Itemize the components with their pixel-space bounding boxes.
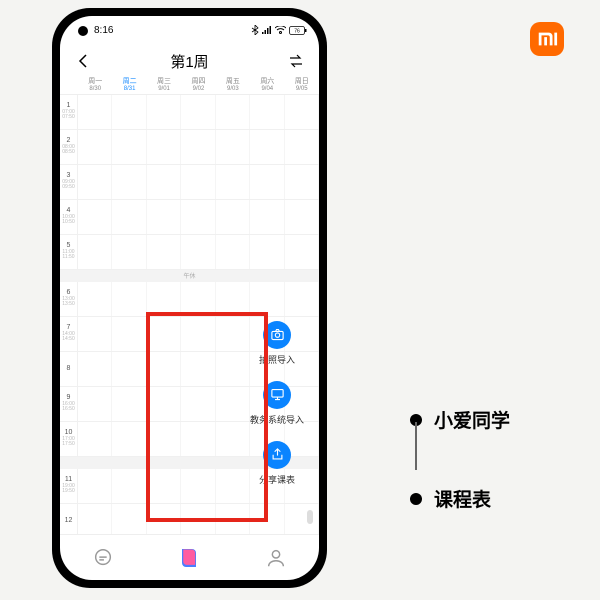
annotation-connector [415, 422, 417, 470]
system-import-label: 教务系统导入 [249, 413, 305, 426]
annotation-dot [410, 493, 422, 505]
app-nav: 第1周 [60, 44, 319, 78]
phone-screen: 8:16 76 第1周 周一8/30 周二8/31 周三9/01 周四9/02 … [60, 16, 319, 580]
phone-frame: 8:16 76 第1周 周一8/30 周二8/31 周三9/01 周四9/02 … [52, 8, 327, 588]
front-camera [78, 26, 88, 36]
annotation-schedule: 课程表 [434, 485, 491, 512]
mi-logo-icon [536, 28, 558, 50]
day-sun[interactable]: 周日9/05 [285, 78, 319, 94]
period-row: 309:0009:50 [60, 165, 319, 200]
nav-schedule-icon[interactable] [177, 546, 201, 570]
share-icon [270, 447, 285, 462]
monitor-icon [270, 387, 285, 402]
side-annotations: 小爱同学 课程表 [410, 406, 510, 512]
switch-icon[interactable] [287, 52, 305, 70]
bottom-nav [60, 534, 319, 580]
system-import-button[interactable] [263, 381, 291, 409]
period-row: 12 [60, 504, 319, 534]
period-row: 511:0011:50 [60, 235, 319, 270]
camera-icon [270, 327, 285, 342]
status-bar: 8:16 76 [60, 16, 319, 44]
day-tue[interactable]: 周二8/31 [112, 78, 146, 94]
status-time: 8:16 [94, 25, 113, 36]
wifi-icon [275, 26, 286, 34]
weekday-header: 周一8/30 周二8/31 周三9/01 周四9/02 周五9/03 周六9/0… [60, 78, 319, 94]
day-sat[interactable]: 周六9/04 [250, 78, 284, 94]
nav-chat-icon[interactable] [92, 547, 114, 569]
back-icon[interactable] [74, 52, 92, 70]
annotation-xiaoai: 小爱同学 [434, 406, 510, 433]
share-button[interactable] [263, 441, 291, 469]
day-mon[interactable]: 周一8/30 [78, 78, 112, 94]
period-row: 107:0007:50 [60, 95, 319, 130]
nav-profile-icon[interactable] [265, 547, 287, 569]
bluetooth-icon [251, 25, 259, 35]
mi-logo [530, 22, 564, 56]
photo-import-button[interactable] [263, 321, 291, 349]
day-fri[interactable]: 周五9/03 [216, 78, 250, 94]
period-row: 208:0008:50 [60, 130, 319, 165]
lunch-divider: 午休 [60, 270, 319, 282]
photo-import-label: 拍照导入 [249, 353, 305, 366]
battery-icon: 76 [289, 26, 307, 35]
period-row: 613:0013:50 [60, 282, 319, 317]
share-label: 分享课表 [249, 473, 305, 486]
svg-text:76: 76 [294, 28, 300, 34]
day-thu[interactable]: 周四9/02 [181, 78, 215, 94]
schedule-grid[interactable]: 107:0007:50 208:0008:50 309:0009:50 410:… [60, 94, 319, 534]
scroll-indicator [307, 510, 313, 524]
day-wed[interactable]: 周三9/01 [147, 78, 181, 94]
signal-icon [262, 26, 272, 34]
period-row: 410:0010:50 [60, 200, 319, 235]
nav-title: 第1周 [170, 51, 208, 72]
